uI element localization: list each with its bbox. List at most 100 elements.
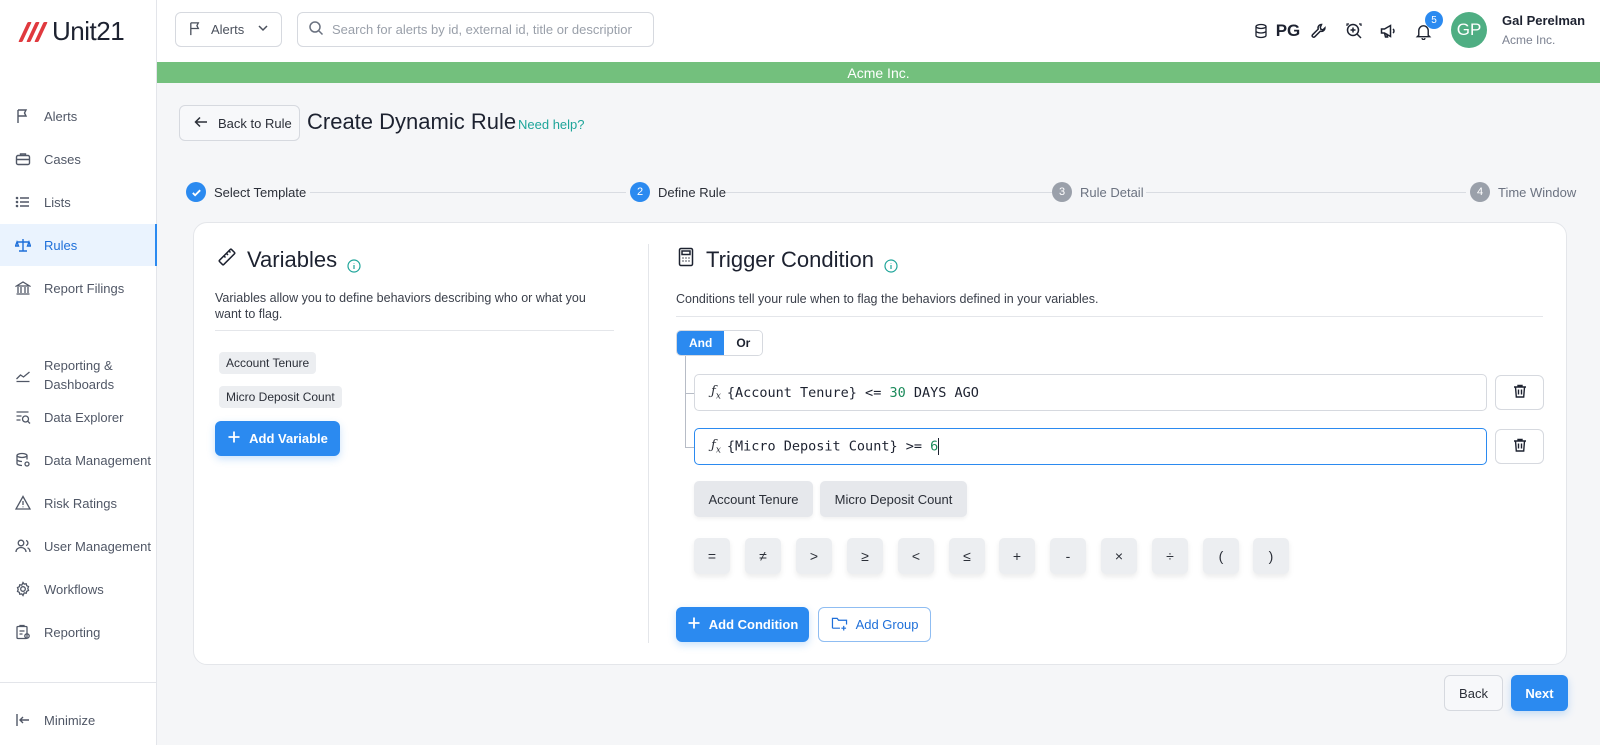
users-icon (14, 537, 32, 555)
insert-variable-account-tenure-button[interactable]: Account Tenure (694, 481, 813, 517)
chevron-down-icon (257, 22, 269, 37)
info-icon[interactable] (347, 253, 361, 273)
step-rule-detail[interactable]: 3 Rule Detail (1052, 182, 1144, 202)
sidebar-item-label: Reporting & Dashboards (44, 358, 115, 392)
operator-greater-button[interactable]: > (796, 538, 832, 574)
sidebar-divider (0, 682, 157, 683)
database-icon[interactable] (1252, 20, 1270, 42)
operator-open-paren-button[interactable]: ( (1203, 538, 1239, 574)
sidebar-item-label: Report Filings (44, 280, 125, 296)
bell-icon[interactable]: 5 (1412, 11, 1443, 42)
sidebar-item-data-management[interactable]: Data Management (0, 439, 157, 481)
search-input[interactable] (332, 22, 632, 37)
logic-and-option[interactable]: And (677, 331, 725, 355)
trash-icon (1512, 383, 1528, 402)
condition-expression-1[interactable]: ƒx {Account Tenure} <= 30 DAYS AGO (694, 374, 1487, 411)
logo-mark-icon (18, 20, 48, 44)
operator-close-paren-button[interactable]: ) (1253, 538, 1289, 574)
minimize-sidebar-button[interactable]: Minimize (0, 699, 157, 741)
operator-greater-equal-button[interactable]: ≥ (847, 538, 883, 574)
collapse-left-icon (14, 711, 32, 729)
step-time-window[interactable]: 4 Time Window (1470, 182, 1576, 202)
datasource-label[interactable]: PG (1275, 20, 1301, 42)
gear-icon (14, 580, 32, 598)
variables-title: Variables (247, 247, 338, 272)
sidebar-item-label: Lists (44, 194, 71, 210)
sidebar-item-label: Alerts (44, 108, 78, 124)
sidebar-item-reporting[interactable]: Reporting (0, 611, 157, 653)
operator-divide-button[interactable]: ÷ (1152, 538, 1188, 574)
step-select-template[interactable]: Select Template (186, 182, 306, 202)
delete-condition-2-button[interactable] (1495, 429, 1544, 464)
variable-chip-account-tenure[interactable]: Account Tenure (219, 352, 317, 374)
chart-line-icon (14, 366, 32, 384)
operator-not-equal-button[interactable]: ≠ (745, 538, 781, 574)
step-define-rule[interactable]: 2 Define Rule (630, 182, 726, 202)
module-select[interactable]: Alerts (175, 12, 282, 47)
operator-less-equal-button[interactable]: ≤ (949, 538, 985, 574)
add-variable-label: Add Variable (249, 431, 328, 446)
plus-icon (227, 430, 241, 447)
wrench-icon[interactable] (1308, 20, 1330, 42)
sidebar-item-label: Workflows (44, 581, 104, 597)
sidebar-item-data-explorer[interactable]: Data Explorer (0, 396, 157, 438)
add-variable-button[interactable]: Add Variable (215, 421, 340, 456)
sidebar-item-cases[interactable]: Cases (0, 138, 157, 180)
avatar[interactable]: GP (1451, 12, 1487, 48)
unit21-logo[interactable]: Unit21 (18, 16, 125, 47)
top-bar: Alerts PG 5 GP Gal Perelman Acme Inc. (157, 0, 1600, 62)
info-icon[interactable] (884, 253, 898, 273)
next-button[interactable]: Next (1511, 675, 1568, 711)
sidebar-item-alerts[interactable]: Alerts (0, 95, 157, 137)
step-number: 2 (630, 182, 650, 202)
sidebar-item-lists[interactable]: Lists (0, 181, 157, 223)
back-to-rule-button[interactable]: Back to Rule (179, 105, 300, 141)
variables-heading: Variables (217, 247, 361, 273)
operator-multiply-button[interactable]: × (1101, 538, 1137, 574)
sidebar-item-label: Data Explorer (44, 409, 124, 425)
sidebar-item-risk-ratings[interactable]: Risk Ratings (0, 482, 157, 524)
add-group-button[interactable]: Add Group (818, 607, 931, 642)
global-search[interactable] (297, 12, 654, 47)
step-label: Rule Detail (1080, 184, 1144, 200)
operator-minus-button[interactable]: - (1050, 538, 1086, 574)
logo-text: Unit21 (52, 16, 125, 46)
operator-less-button[interactable]: < (898, 538, 934, 574)
calculator-icon (676, 247, 696, 273)
sidebar-item-label: Rules (44, 237, 78, 253)
back-button[interactable]: Back (1444, 675, 1503, 711)
sidebar-item-workflows[interactable]: Workflows (0, 568, 157, 610)
delete-condition-1-button[interactable] (1495, 375, 1544, 410)
variable-chip-micro-deposit-count[interactable]: Micro Deposit Count (219, 386, 342, 408)
logic-or-option[interactable]: Or (724, 331, 763, 355)
check-icon (186, 182, 206, 202)
trigger-divider (676, 316, 1543, 317)
zoom-in-icon[interactable] (1343, 20, 1365, 42)
sidebar-item-reporting-dashboards[interactable]: Reporting & Dashboards (0, 353, 157, 397)
step-number: 3 (1052, 182, 1072, 202)
sidebar-item-label: Cases (44, 151, 81, 167)
insert-variable-micro-deposit-count-button[interactable]: Micro Deposit Count (820, 481, 967, 517)
step-label: Time Window (1498, 184, 1577, 200)
flag-icon (188, 21, 203, 39)
add-condition-label: Add Condition (708, 617, 799, 632)
step-label: Select Template (214, 184, 307, 200)
operator-plus-button[interactable]: + (999, 538, 1035, 574)
trigger-condition-description: Conditions tell your rule when to flag t… (676, 292, 1099, 306)
stepper-connector (1146, 192, 1466, 193)
condition-expression-2[interactable]: ƒx {Micro Deposit Count} >= 6 (694, 428, 1487, 465)
function-icon: ƒx (711, 437, 721, 456)
trigger-condition-heading: Trigger Condition (676, 247, 898, 273)
function-icon: ƒx (711, 383, 721, 402)
ruler-icon (217, 247, 237, 273)
briefcase-icon (14, 150, 32, 168)
add-condition-button[interactable]: Add Condition (676, 607, 809, 642)
user-org: Acme Inc. (1502, 33, 1556, 47)
page-title: Create Dynamic Rule (307, 109, 517, 134)
megaphone-icon[interactable] (1377, 20, 1399, 42)
sidebar-item-report-filings[interactable]: Report Filings (0, 267, 157, 309)
operator-equals-button[interactable]: = (694, 538, 730, 574)
sidebar-item-user-management[interactable]: User Management (0, 525, 157, 567)
need-help-link[interactable]: Need help? (518, 117, 585, 132)
sidebar-item-rules[interactable]: Rules (0, 224, 157, 266)
